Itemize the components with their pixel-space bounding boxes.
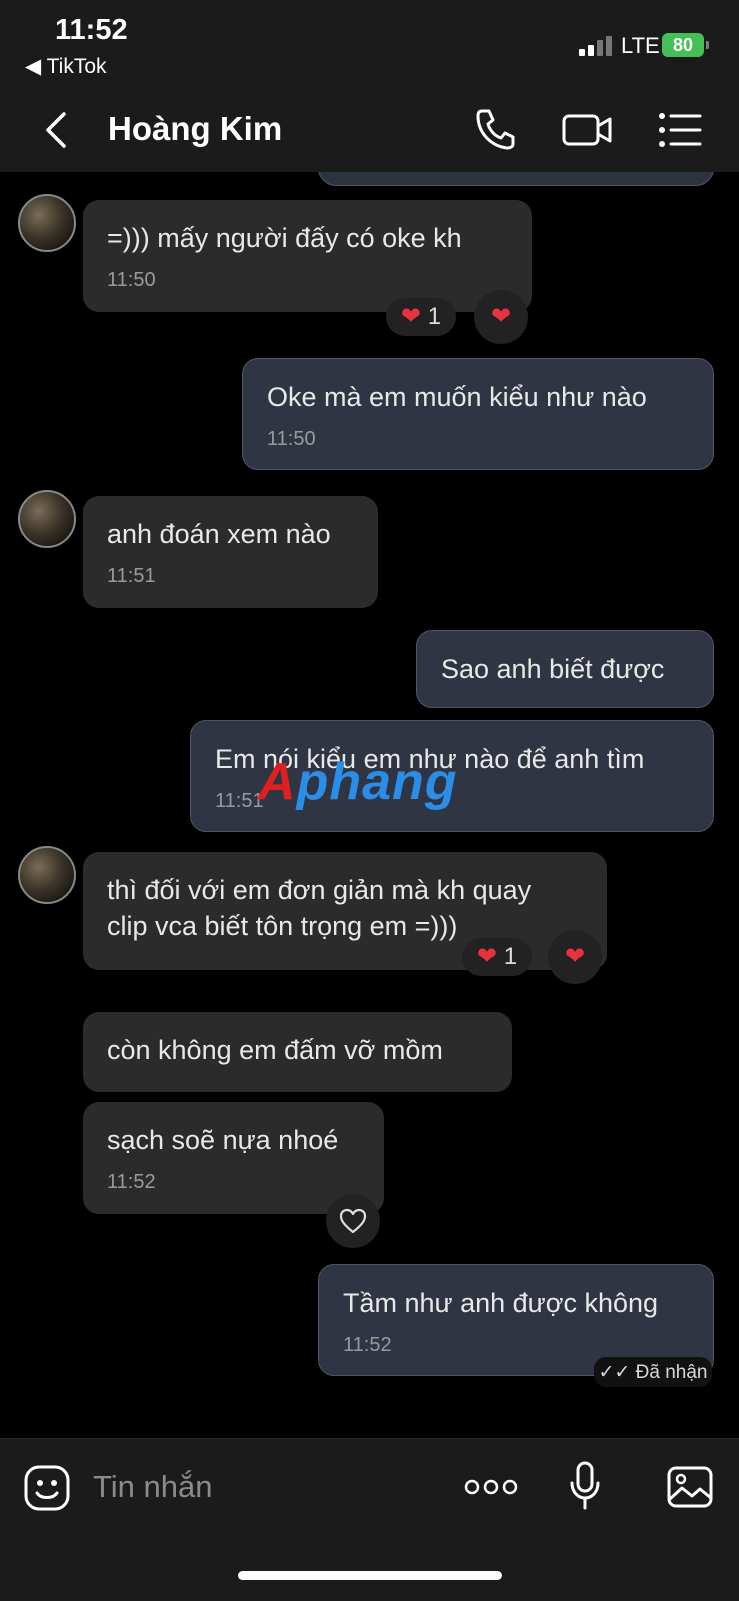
message-bubble-outgoing[interactable]: Sao anh biết được: [416, 630, 714, 708]
signal-icon: [579, 36, 615, 56]
message-list[interactable]: =))) mấy người đấy có oke kh 11:50 ❤ 1 ❤…: [0, 172, 739, 1438]
message-text: còn không em đấm vỡ mồm: [107, 1035, 443, 1065]
react-heart-button[interactable]: [326, 1194, 380, 1248]
reaction-count: 1: [427, 303, 442, 330]
reaction-summary[interactable]: ❤ 1: [386, 298, 456, 336]
video-call-icon[interactable]: [562, 112, 614, 148]
message-composer: Tin nhắn: [0, 1438, 739, 1601]
delivery-status: ✓✓ Đã nhận: [594, 1357, 712, 1387]
watermark-logo: Aphang: [258, 753, 458, 811]
contact-name[interactable]: Hoàng Kim: [108, 110, 282, 148]
message-time: 11:51: [107, 565, 156, 587]
battery-nub: [706, 41, 709, 49]
status-time: 11:52: [55, 14, 128, 46]
heart-outline-icon: [339, 1208, 367, 1234]
heart-icon: ❤: [490, 303, 512, 330]
message-time: 11:50: [107, 269, 156, 291]
back-icon[interactable]: [40, 110, 74, 150]
message-text: Oke mà em muốn kiểu như nào: [267, 382, 647, 412]
message-text: =))) mấy người đấy có oke kh: [107, 223, 462, 253]
message-text: anh đoán xem nào: [107, 519, 331, 549]
heart-icon: ❤: [564, 943, 586, 970]
message-text: Sao anh biết được: [441, 654, 665, 684]
chat-header: Hoàng Kim: [0, 90, 739, 173]
battery-icon: 80: [662, 33, 704, 57]
home-indicator[interactable]: [238, 1571, 502, 1580]
network-label: LTE: [621, 33, 660, 58]
more-icon[interactable]: [464, 1477, 518, 1497]
heart-icon: ❤: [476, 943, 498, 970]
message-time: 11:50: [267, 428, 316, 450]
back-to-app-link[interactable]: ◀ TikTok: [25, 54, 107, 79]
message-bubble-incoming[interactable]: còn không em đấm vỡ mồm: [83, 1012, 512, 1092]
message-text: Tầm như anh được không: [343, 1288, 659, 1318]
microphone-icon[interactable]: [568, 1461, 602, 1511]
reaction-count: 1: [503, 943, 518, 970]
image-icon[interactable]: [666, 1465, 714, 1509]
contact-avatar[interactable]: [18, 490, 76, 548]
phone-icon[interactable]: [474, 107, 516, 151]
message-bubble-incoming[interactable]: =))) mấy người đấy có oke kh 11:50: [83, 200, 532, 312]
message-text: sạch soẽ nựa nhoé: [107, 1125, 339, 1155]
message-bubble-partial[interactable]: [318, 172, 714, 186]
react-heart-button[interactable]: ❤: [548, 930, 602, 984]
contact-avatar[interactable]: [18, 846, 76, 904]
sticker-icon[interactable]: [23, 1464, 71, 1512]
status-bar: 11:52 ◀ TikTok LTE 80: [0, 0, 739, 90]
react-heart-button[interactable]: ❤: [474, 290, 528, 344]
reaction-summary[interactable]: ❤ 1: [462, 938, 532, 976]
message-bubble-outgoing[interactable]: Oke mà em muốn kiểu như nào 11:50: [242, 358, 714, 470]
message-input[interactable]: Tin nhắn: [93, 1469, 213, 1505]
message-bubble-incoming[interactable]: anh đoán xem nào 11:51: [83, 496, 378, 608]
menu-list-icon[interactable]: [658, 112, 702, 148]
heart-icon: ❤: [400, 303, 422, 330]
contact-avatar[interactable]: [18, 194, 76, 252]
message-time: 11:52: [107, 1171, 156, 1193]
message-text: thì đối với em đơn giản mà kh quay clip …: [107, 875, 532, 941]
